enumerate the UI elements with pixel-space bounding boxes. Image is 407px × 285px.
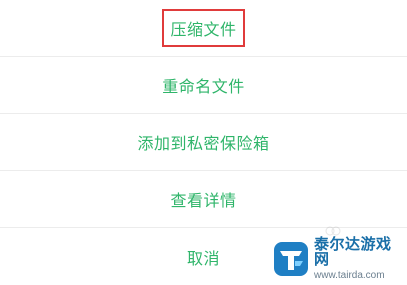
menu-item-label: 压缩文件 [170,20,237,39]
menu-item-label: 重命名文件 [162,77,245,96]
menu-item-label: 添加到私密保险箱 [137,134,270,153]
menu-item-compress-file[interactable]: 压缩文件 [0,0,407,57]
menu-item-view-details[interactable]: 查看详情 [0,171,407,228]
menu-item-label: 取消 [186,248,220,268]
file-action-sheet: 压缩文件 重命名文件 添加到私密保险箱 查看详情 取消 泰尔达游戏网 www.t… [0,0,407,285]
menu-item-label: 查看详情 [170,191,237,210]
tairda-logo-icon [274,242,308,276]
watermark-title: 泰尔达游戏网 [314,235,392,268]
watermark-url: www.tairda.com [314,270,385,281]
menu-item-add-to-private-vault[interactable]: 添加到私密保险箱 [0,114,407,171]
watermark-text: 泰尔达游戏网 www.tairda.com [314,237,403,281]
site-watermark: 泰尔达游戏网 www.tairda.com [273,237,403,281]
menu-item-rename-file[interactable]: 重命名文件 [0,57,407,114]
highlight-box: 压缩文件 [162,9,245,47]
